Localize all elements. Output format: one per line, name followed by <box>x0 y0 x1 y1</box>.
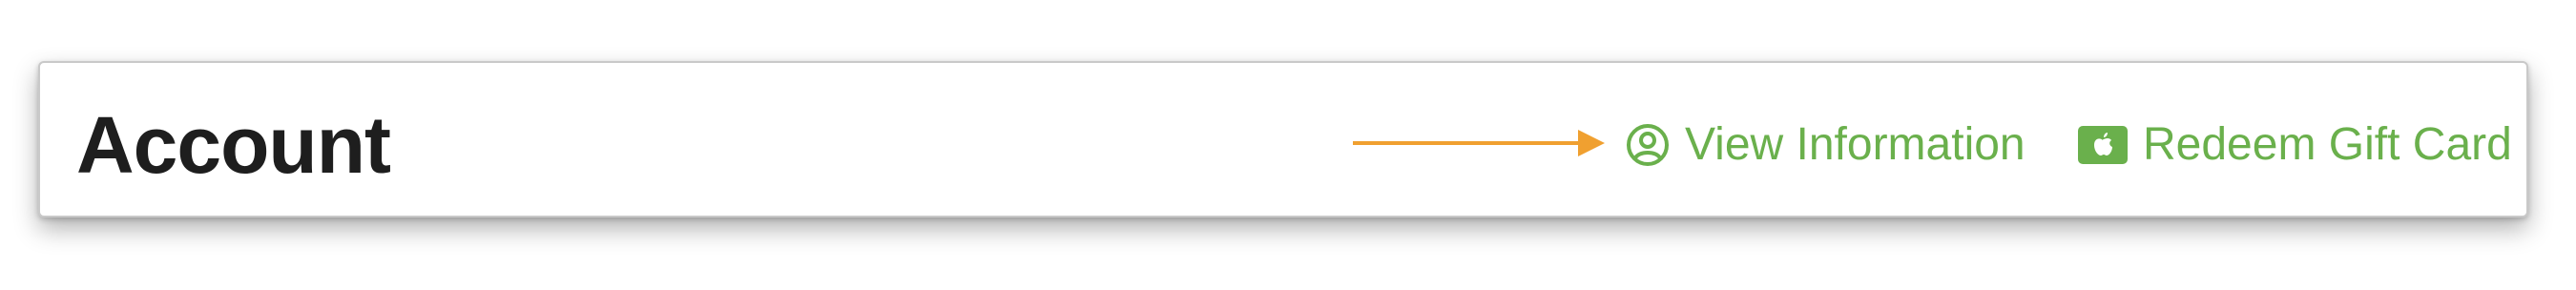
redeem-gift-card-label: Redeem Gift Card <box>2143 119 2512 170</box>
account-header-bar: Account View Information Redeem Gift Car… <box>38 61 2528 218</box>
redeem-gift-card-link[interactable]: Redeem Gift Card <box>2078 118 2512 172</box>
view-information-label: View Information <box>1685 119 2025 170</box>
annotation-arrow-icon <box>1353 130 1605 156</box>
apple-gift-card-icon <box>2078 126 2128 164</box>
page-title: Account <box>76 100 391 190</box>
person-circle-icon <box>1626 123 1670 167</box>
screenshot-canvas: Account View Information Redeem Gift Car… <box>0 0 2576 290</box>
view-information-link[interactable]: View Information <box>1626 118 2025 172</box>
